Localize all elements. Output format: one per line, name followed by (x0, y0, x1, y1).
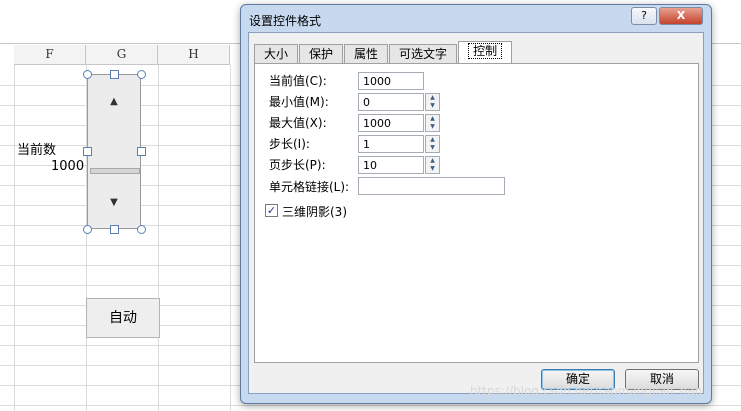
stepper-up-icon[interactable]: ▲ (426, 115, 439, 123)
max-value-input[interactable] (358, 114, 424, 132)
cell-current-number-label[interactable]: 当前数 (17, 139, 56, 158)
stepper-up-icon[interactable]: ▲ (426, 94, 439, 102)
shading-checkbox[interactable]: ✓ (265, 204, 278, 217)
resize-handle[interactable] (137, 225, 146, 234)
tab-properties[interactable]: 属性 (344, 44, 389, 63)
resize-handle[interactable] (83, 70, 92, 79)
resize-handle[interactable] (110, 225, 119, 234)
step-label: 步长(I): (269, 137, 310, 151)
control-tab-panel: 当前值(C): 最小值(M): ▲ ▼ 最大值(X): ▲ ▼ 步长(I): ▲… (254, 63, 699, 363)
stepper-down-icon[interactable]: ▼ (426, 102, 439, 110)
format-control-dialog: 设置控件格式 ? X 大小 保护 属性 可选文字 控制 当前值(C): 最小值(… (240, 4, 712, 404)
tab-strip: 大小 保护 属性 可选文字 控制 (254, 41, 513, 64)
max-value-stepper[interactable]: ▲ ▼ (425, 114, 440, 132)
resize-handle[interactable] (110, 70, 119, 79)
page-step-stepper[interactable]: ▲ ▼ (425, 156, 440, 174)
stepper-down-icon[interactable]: ▼ (426, 144, 439, 152)
max-value-label: 最大值(X): (269, 116, 327, 130)
current-value-label: 当前值(C): (269, 74, 327, 88)
tab-alt-text[interactable]: 可选文字 (389, 44, 458, 63)
page-step-label: 页步长(P): (269, 158, 326, 172)
cell-link-input[interactable] (358, 177, 505, 195)
shading-label[interactable]: 三维阴影(3) (282, 203, 347, 220)
resize-handle[interactable] (83, 147, 92, 156)
grid-line (0, 405, 741, 406)
step-stepper[interactable]: ▲ ▼ (425, 135, 440, 153)
tab-size[interactable]: 大小 (254, 44, 299, 63)
auto-button[interactable]: 自动 (86, 298, 160, 338)
page-step-input[interactable] (358, 156, 424, 174)
step-input[interactable] (358, 135, 424, 153)
resize-handle[interactable] (137, 70, 146, 79)
grid-line (158, 65, 159, 411)
tab-control[interactable]: 控制 (458, 41, 513, 63)
cell-current-number-value[interactable]: 1000 (51, 159, 84, 174)
column-header-g[interactable]: G (86, 45, 158, 65)
stepper-down-icon[interactable]: ▼ (426, 165, 439, 173)
min-value-input[interactable] (358, 93, 424, 111)
stepper-up-icon[interactable]: ▲ (426, 136, 439, 144)
tab-protection[interactable]: 保护 (299, 44, 344, 63)
current-value-input[interactable] (358, 72, 424, 90)
spin-up-arrow-icon[interactable]: ▲ (94, 91, 134, 113)
cell-link-label: 单元格链接(L): (269, 180, 350, 194)
grid-line (14, 65, 15, 411)
column-header-h[interactable]: H (158, 45, 230, 65)
stepper-down-icon[interactable]: ▼ (426, 123, 439, 131)
resize-handle[interactable] (83, 225, 92, 234)
stepper-up-icon[interactable]: ▲ (426, 157, 439, 165)
resize-handle[interactable] (137, 147, 146, 156)
grid-line (230, 65, 231, 411)
tab-control-label: 控制 (468, 43, 503, 59)
help-icon[interactable]: ? (631, 7, 657, 25)
spin-thumb (90, 168, 140, 174)
dialog-title: 设置控件格式 (249, 14, 322, 28)
dialog-client-area: 大小 保护 属性 可选文字 控制 当前值(C): 最小值(M): ▲ ▼ 最大值… (248, 32, 704, 394)
spin-down-arrow-icon[interactable]: ▼ (94, 192, 134, 214)
spin-button-control[interactable]: ▲ ▼ (87, 74, 141, 229)
min-value-label: 最小值(M): (269, 95, 329, 109)
close-icon[interactable]: X (659, 7, 703, 25)
column-header-f[interactable]: F (14, 45, 86, 65)
watermark: https://blog.csdn.net/taomangjian_nan (470, 384, 703, 398)
min-value-stepper[interactable]: ▲ ▼ (425, 93, 440, 111)
